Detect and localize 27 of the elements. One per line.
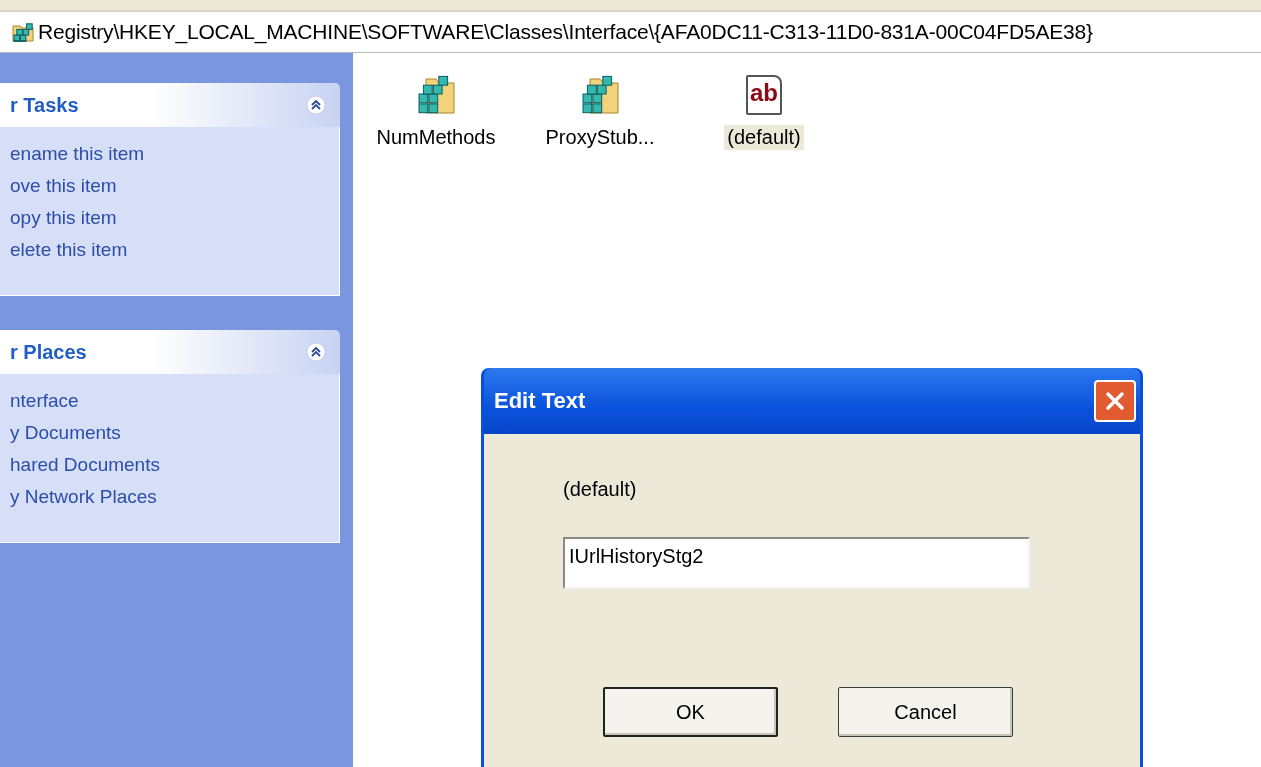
task-link[interactable]: elete this item — [10, 239, 329, 261]
task-link[interactable]: y Documents — [10, 422, 329, 444]
task-link[interactable]: nterface — [10, 390, 329, 412]
close-button[interactable] — [1094, 380, 1136, 422]
registry-folder-icon — [580, 75, 620, 115]
string-value-icon: ab — [746, 75, 782, 115]
address-path[interactable]: Registry\HKEY_LOCAL_MACHINE\SOFTWARE\Classes\Interface\{AFA0DC11-C313-11D0-831A-00C04FD5AE38} — [38, 20, 1093, 44]
task-link[interactable]: y Network Places — [10, 486, 329, 508]
task-link[interactable]: opy this item — [10, 207, 329, 229]
close-icon — [1104, 390, 1126, 412]
registry-folder-icon — [12, 22, 34, 42]
item-label[interactable]: ProxyStub... — [542, 125, 658, 150]
ok-button[interactable]: OK — [603, 687, 778, 737]
task-link[interactable]: ename this item — [10, 143, 329, 165]
value-field[interactable]: IUrlHistoryStg2 — [563, 537, 1030, 589]
panel-header[interactable]: r Places — [0, 330, 340, 374]
registry-folder-icon — [416, 75, 456, 115]
field-label: (default) — [563, 478, 638, 501]
panel-header[interactable]: r Tasks — [0, 83, 340, 127]
task-link[interactable]: hared Documents — [10, 454, 329, 476]
item-label[interactable]: (default) — [724, 125, 804, 150]
panel-title: r Places — [10, 340, 87, 364]
panel-title: r Tasks — [10, 93, 79, 117]
item-label[interactable]: NumMethods — [373, 125, 499, 150]
task-link[interactable]: ove this item — [10, 175, 329, 197]
cancel-button[interactable]: Cancel — [838, 687, 1013, 737]
dialog-title: Edit Text — [494, 388, 586, 414]
